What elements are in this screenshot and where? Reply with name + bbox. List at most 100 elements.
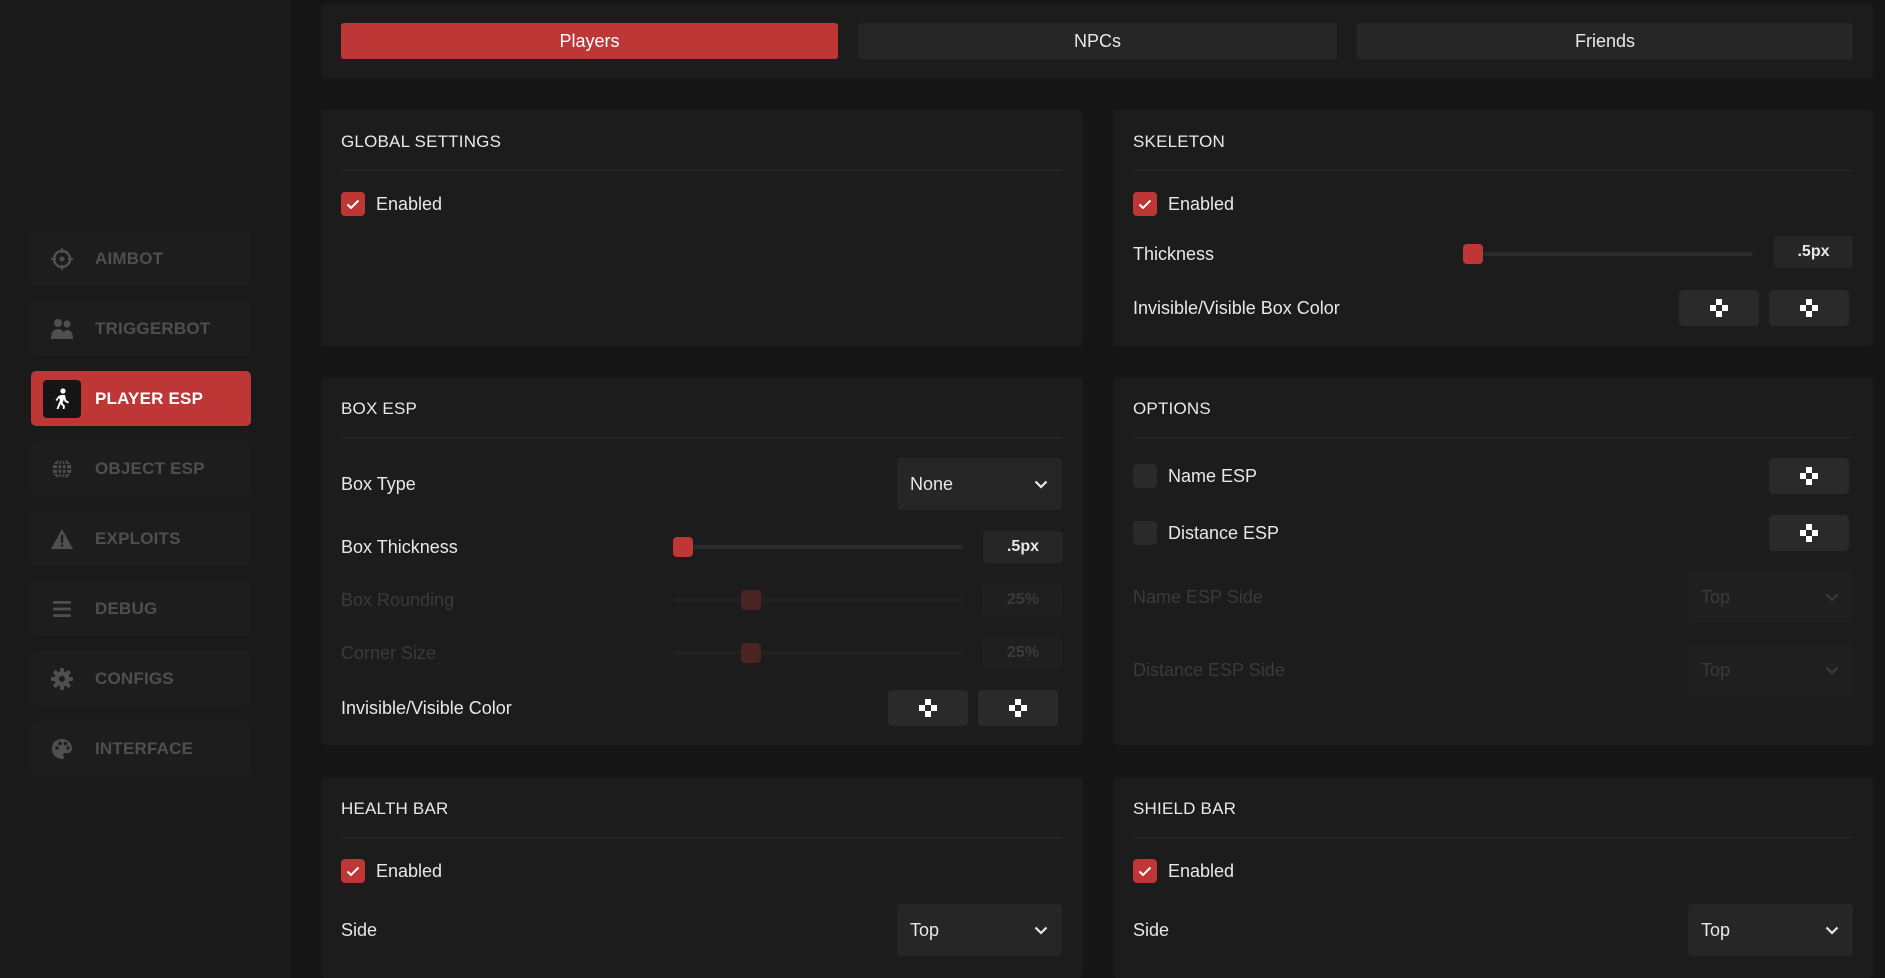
invisible-color-button[interactable] [1679,290,1759,326]
sidebar-item-interface[interactable]: INTERFACE [31,721,251,776]
tab-label: Friends [1574,30,1636,51]
box-thickness-label: Box Thickness [341,536,458,557]
corner-size-label: Corner Size [341,642,437,663]
divider [1133,170,1853,171]
divider [341,170,1063,171]
check-icon [346,866,360,876]
corner-size-slider [673,643,963,663]
sidebar-item-debug[interactable]: DEBUG [31,581,251,636]
health-enabled-checkbox[interactable] [341,859,365,883]
sidebar-item-label: AIMBOT [95,248,164,268]
chevron-down-icon [1034,926,1048,935]
color-swatch-icon [1800,467,1818,485]
box-rounding-value: 25% [983,584,1063,616]
distance-esp-row: Distance ESP [1133,513,1853,553]
sidebar-item-label: INTERFACE [95,738,194,758]
sidebar-item-object-esp[interactable]: OBJECT ESP [31,441,251,496]
select-value: None [910,473,954,494]
invisible-color-button[interactable] [888,690,968,726]
global-settings-panel: GLOBAL SETTINGS Enabled [321,110,1083,346]
skeleton-thickness-value[interactable]: .5px [1774,236,1853,268]
chevron-down-icon [1825,926,1839,935]
sidebar-item-exploits[interactable]: EXPLOITS [31,511,251,566]
sidebar-item-label: CONFIGS [95,668,174,688]
box-thickness-value[interactable]: .5px [983,531,1063,563]
tab-bar: Players NPCs Friends [321,4,1873,79]
shield-bar-panel: SHIELD BAR Enabled Side Top [1113,777,1873,978]
sidebar-item-label: DEBUG [95,598,158,618]
users-icon [43,310,81,348]
name-esp-checkbox[interactable] [1133,464,1157,488]
select-value: Top [910,919,940,940]
skeleton-thickness-slider[interactable] [1463,244,1753,264]
options-panel: OPTIONS Name ESP Distance ESP Name ESP S… [1113,377,1873,745]
distance-esp-color-button[interactable] [1769,515,1849,551]
name-esp-side-select: Top [1688,571,1853,623]
visible-color-button[interactable] [978,690,1058,726]
menu-lines-icon [43,590,81,628]
tab-players[interactable]: Players [341,23,838,59]
check-icon [1138,199,1152,209]
palette-icon [43,730,81,768]
name-esp-color-button[interactable] [1769,458,1849,494]
panel-title: SKELETON [1133,132,1225,151]
side-label: Side [1133,919,1170,940]
side-label: Side [341,919,378,940]
box-rounding-slider [673,590,963,610]
box-type-select[interactable]: None [897,458,1062,510]
warning-icon [43,520,81,558]
check-icon [1138,866,1152,876]
checkbox-label: Distance ESP [1168,522,1280,543]
distance-esp-side-label: Distance ESP Side [1133,659,1285,680]
checkbox-label: Enabled [376,860,443,881]
crosshair-icon [43,240,81,278]
chevron-down-icon [1825,593,1839,602]
color-swatch-icon [1800,299,1818,317]
skeleton-enabled-row: Enabled [1133,184,1853,224]
name-esp-side-label: Name ESP Side [1133,586,1263,607]
walking-person-icon [43,379,81,418]
thickness-label: Thickness [1133,243,1215,264]
select-value: Top [1701,659,1731,680]
sidebar-item-player-esp[interactable]: PLAYER ESP [31,371,251,426]
name-esp-row: Name ESP [1133,456,1853,496]
global-enabled-checkbox[interactable] [341,192,365,216]
panel-title: SHIELD BAR [1133,799,1237,818]
skeleton-panel: SKELETON Enabled Thickness .5px Invisibl… [1113,110,1873,346]
shield-enabled-row: Enabled [1133,851,1853,891]
sidebar-item-configs[interactable]: CONFIGS [31,651,251,706]
color-label: Invisible/Visible Color [341,697,512,718]
check-icon [346,199,360,209]
app-window: AIMBOT TRIGGERBOT PLAYER ESP OBJECT ESP [0,0,1885,978]
tab-friends[interactable]: Friends [1357,23,1853,59]
color-swatch-icon [1800,524,1818,542]
sidebar-item-label: OBJECT ESP [95,458,205,478]
sidebar-item-aimbot[interactable]: AIMBOT [31,231,251,286]
sidebar-item-label: PLAYER ESP [95,388,204,408]
box-rounding-label: Box Rounding [341,589,455,610]
color-swatch-icon [919,699,937,717]
slider-knob[interactable] [673,537,693,557]
sidebar-item-triggerbot[interactable]: TRIGGERBOT [31,301,251,356]
globe-icon [43,450,81,488]
checkbox-label: Enabled [376,193,443,214]
panel-title: GLOBAL SETTINGS [341,132,502,151]
box-type-label: Box Type [341,473,416,494]
health-side-select[interactable]: Top [897,904,1062,956]
visible-color-button[interactable] [1769,290,1849,326]
divider [341,437,1063,438]
tab-label: NPCs [1073,30,1121,51]
box-esp-panel: BOX ESP Box Type None Box Thickness .5px… [321,377,1083,745]
shield-enabled-checkbox[interactable] [1133,859,1157,883]
slider-knob[interactable] [1463,244,1483,264]
box-thickness-slider[interactable] [673,537,963,557]
skeleton-enabled-checkbox[interactable] [1133,192,1157,216]
panel-title: HEALTH BAR [341,799,449,818]
distance-esp-checkbox[interactable] [1133,521,1157,545]
health-enabled-row: Enabled [341,851,1063,891]
distance-esp-side-select: Top [1688,644,1853,696]
tab-npcs[interactable]: NPCs [858,23,1337,59]
shield-side-select[interactable]: Top [1688,904,1853,956]
sidebar-nav: AIMBOT TRIGGERBOT PLAYER ESP OBJECT ESP [31,231,251,791]
slider-knob [740,643,761,663]
